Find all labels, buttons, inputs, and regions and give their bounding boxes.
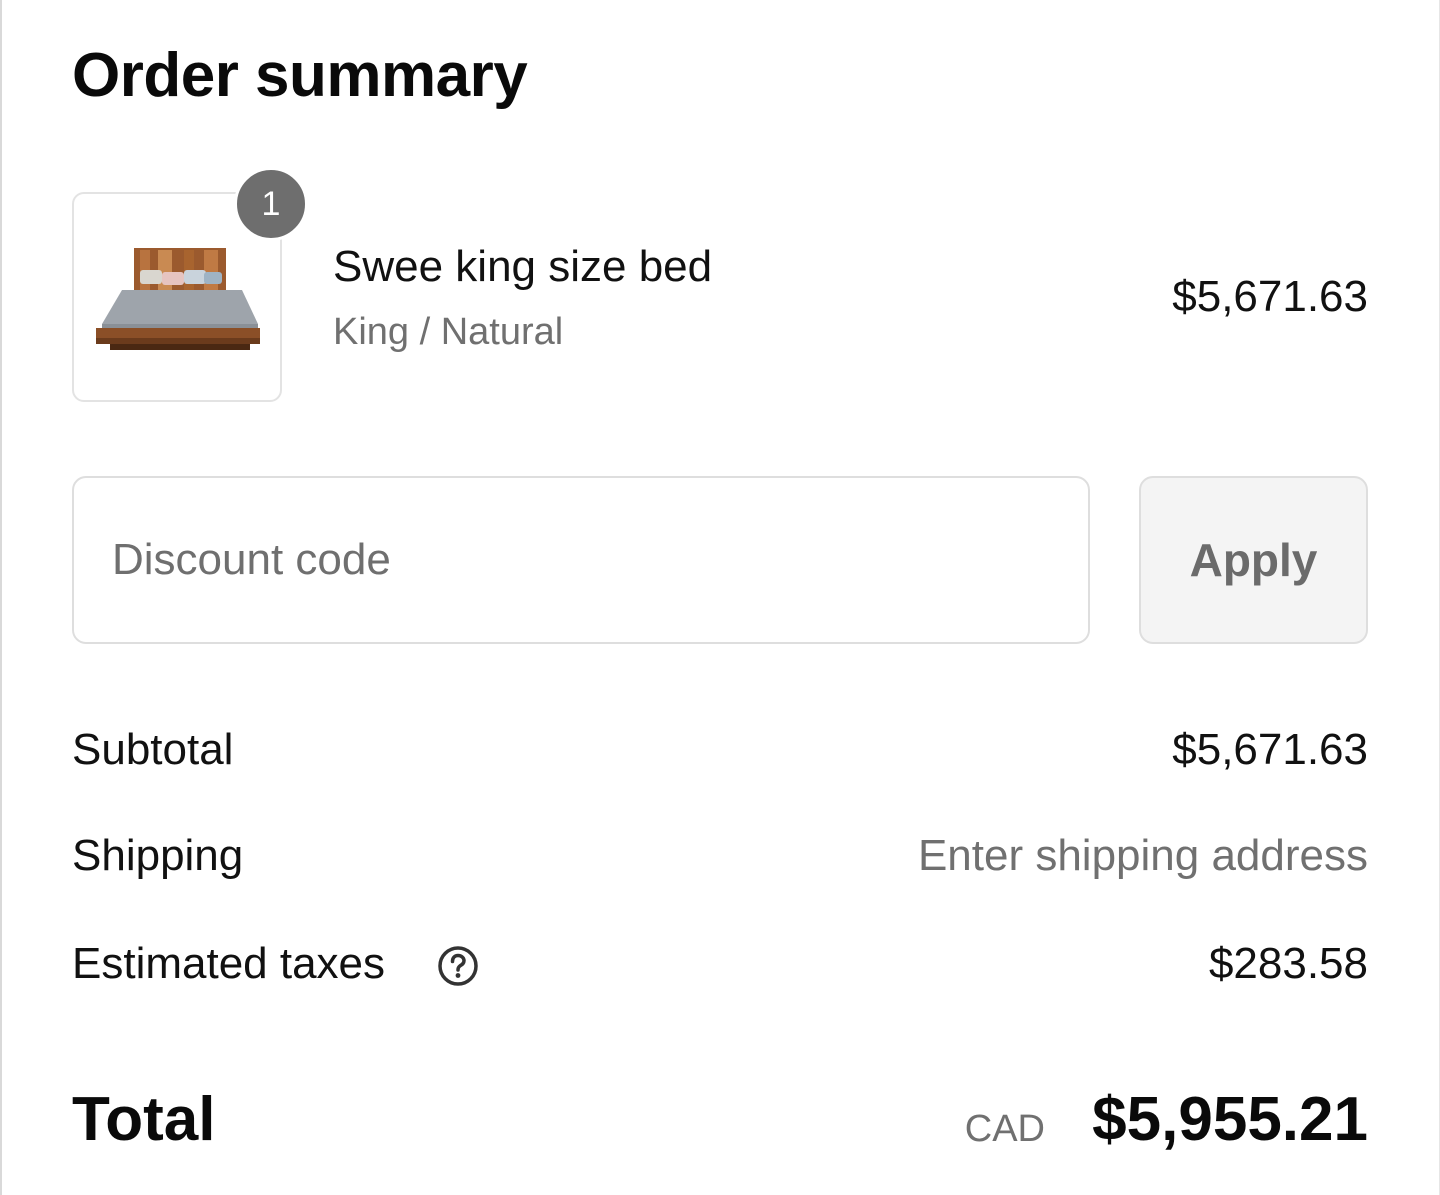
apply-discount-button[interactable]: Apply: [1139, 476, 1368, 644]
estimated-taxes-value: $283.58: [1208, 939, 1368, 988]
bed-product-image: [96, 248, 260, 350]
panel-left-divider: [0, 0, 2, 1195]
product-variant: King / Natural: [333, 311, 564, 353]
estimated-taxes-label: Estimated taxes: [72, 939, 386, 988]
product-price: $5,671.63: [1172, 272, 1368, 321]
product-name: Swee king size bed: [333, 242, 713, 291]
shipping-label: Shipping: [72, 831, 244, 880]
discount-code-input[interactable]: [72, 476, 1090, 644]
subtotal-label: Subtotal: [72, 725, 234, 774]
shipping-value: Enter shipping address: [917, 831, 1368, 880]
total-currency: CAD: [964, 1108, 1045, 1150]
total-amount: $5,955.21: [1092, 1085, 1368, 1154]
page-title: Order summary: [72, 41, 528, 110]
subtotal-value: $5,671.63: [1172, 725, 1368, 774]
question-circle-icon[interactable]: [437, 945, 479, 987]
quantity-badge: 1: [234, 167, 308, 241]
total-label: Total: [72, 1085, 216, 1154]
